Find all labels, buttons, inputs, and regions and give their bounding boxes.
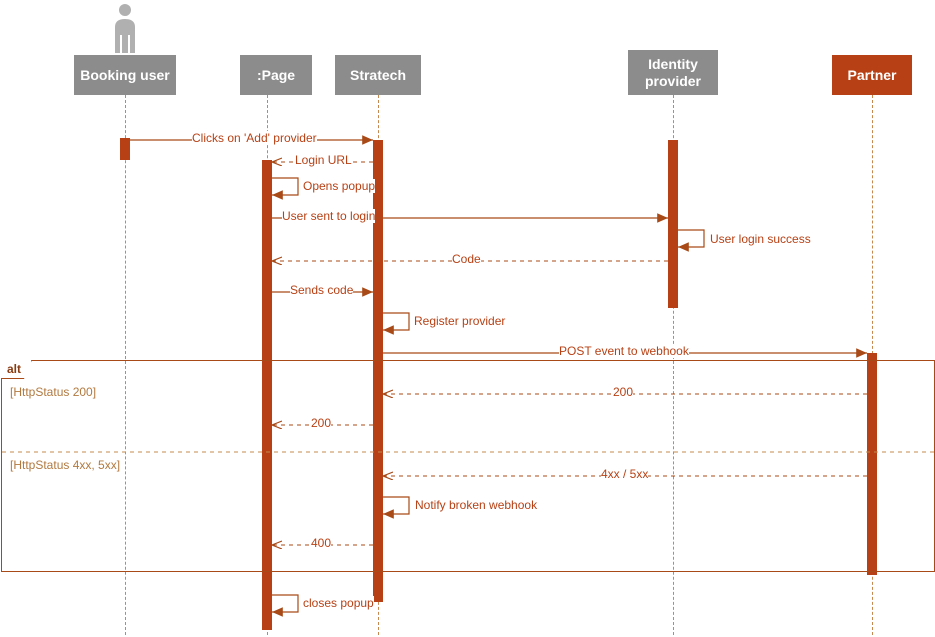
msg-user-sent-login: User sent to login [282, 209, 375, 223]
activation-booking-user [120, 138, 130, 160]
msg-sends-code: Sends code [290, 283, 353, 297]
alt-fragment: alt [1, 360, 935, 572]
participant-label: Partner [847, 67, 896, 84]
participant-label: Identityprovider [645, 56, 701, 90]
participant-page: :Page [240, 55, 312, 95]
msg-closes-popup: closes popup [303, 596, 374, 610]
msg-4xx-5xx: 4xx / 5xx [601, 467, 648, 481]
user-icon [110, 3, 140, 53]
msg-login-url: Login URL [295, 153, 352, 167]
msg-click-add-provider: Clicks on 'Add' provider [192, 131, 317, 145]
participant-booking-user: Booking user [74, 55, 176, 95]
msg-register-provider: Register provider [414, 314, 505, 328]
participant-partner: Partner [832, 55, 912, 95]
msg-code: Code [452, 252, 481, 266]
msg-400: 400 [311, 536, 331, 550]
msg-200-partner: 200 [613, 385, 633, 399]
fragment-divider [2, 451, 934, 453]
msg-post-webhook: POST event to webhook [559, 344, 689, 358]
msg-user-login-success: User login success [710, 232, 811, 246]
participant-label: :Page [257, 67, 295, 84]
activation-identity-provider [668, 140, 678, 308]
participant-label: Booking user [80, 67, 169, 84]
participant-stratech: Stratech [335, 55, 421, 95]
fragment-operator: alt [1, 360, 32, 379]
participant-identity-provider: Identityprovider [628, 50, 718, 95]
msg-notify-broken: Notify broken webhook [415, 498, 537, 512]
participant-label: Stratech [350, 67, 406, 84]
sequence-diagram: Booking user :Page Stratech Identityprov… [0, 0, 935, 637]
msg-200-stratech: 200 [311, 416, 331, 430]
alt-guard-2: [HttpStatus 4xx, 5xx] [10, 458, 120, 472]
alt-guard-1: [HttpStatus 200] [10, 385, 96, 399]
msg-opens-popup: Opens popup [303, 179, 375, 193]
